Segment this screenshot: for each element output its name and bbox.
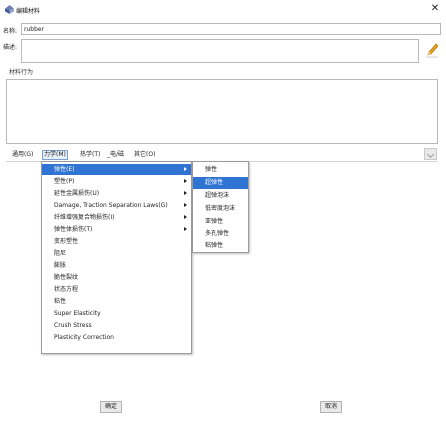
submenu-arrow-icon xyxy=(184,191,187,195)
menu-item-equation-of-state[interactable]: 状态方程 xyxy=(42,284,191,295)
collapse-button[interactable] xyxy=(424,148,437,160)
submenu-item-hyperelastic[interactable]: 超弹性 xyxy=(193,177,248,189)
menu-item-traction-separation[interactable]: Damage, Traction Separation Laws(G) xyxy=(42,200,191,211)
elastic-submenu: 弹性 超弹性 超弹泡沫 低密度泡沫 亚弹性 多孔弹性 粘弹性 xyxy=(192,161,249,253)
name-label: 名称: xyxy=(3,28,18,35)
submenu-arrow-icon xyxy=(184,167,187,171)
menu-item-ductile-damage[interactable]: 延性金属损伤(U) xyxy=(42,188,191,199)
menu-item-elastomer-damage[interactable]: 弹性体损伤(T) xyxy=(42,224,191,235)
material-behaviors-label: 材料行为 xyxy=(9,69,34,76)
submenu-item-hypoelastic[interactable]: 亚弹性 xyxy=(193,216,248,228)
mechanical-menu: 弹性(E) 塑性(P) 延性金属损伤(U) Damage, Traction S… xyxy=(41,161,192,354)
menu-item-label: Damage, Traction Separation Laws(G) xyxy=(54,202,168,209)
menu-item-damping[interactable]: 阻尼 xyxy=(42,248,191,259)
cancel-button[interactable]: 取消 xyxy=(320,401,342,413)
menu-item-label: 塑性(P) xyxy=(54,178,75,185)
ok-button[interactable]: 确定 xyxy=(100,401,122,413)
menu-general[interactable]: 通用(G) xyxy=(11,150,34,160)
description-input[interactable] xyxy=(21,39,419,63)
submenu-item-porous-elastic[interactable]: 多孔弹性 xyxy=(193,228,248,240)
menu-item-brittle-cracking[interactable]: 脆性裂纹 xyxy=(42,272,191,283)
menu-item-super-elasticity[interactable]: Super Elasticity xyxy=(42,308,191,319)
close-button[interactable]: ✕ xyxy=(429,3,441,15)
description-label: 描述: xyxy=(3,44,18,51)
menu-item-label: 弹性(E) xyxy=(54,166,75,173)
menu-item-label: 弹性体损伤(T) xyxy=(54,226,93,233)
material-editor-icon xyxy=(5,5,14,14)
menu-item-viscous[interactable]: 粘性 xyxy=(42,296,191,307)
edit-pencil-icon[interactable] xyxy=(425,42,439,58)
menu-mechanical[interactable]: 力学(M) xyxy=(42,150,68,160)
menu-item-plastic[interactable]: 塑性(P) xyxy=(42,176,191,187)
submenu-arrow-icon xyxy=(184,227,187,231)
material-behaviors-list[interactable] xyxy=(6,79,438,144)
window-title: 编辑材料 xyxy=(16,8,41,15)
menu-other[interactable]: 其它(O) xyxy=(133,150,156,160)
menu-item-label: 纤维增强复合物损伤(I) xyxy=(54,214,115,221)
submenu-item-low-density-foam[interactable]: 低密度泡沫 xyxy=(193,203,248,215)
menu-thermal[interactable]: 热学(T) xyxy=(79,150,101,160)
menu-electromagnetic[interactable]: _电/磁 xyxy=(106,150,125,160)
submenu-arrow-icon xyxy=(184,179,187,183)
chevron-down-icon xyxy=(426,150,435,159)
name-input[interactable]: rubber xyxy=(21,23,441,35)
menu-item-crush-stress[interactable]: Crush Stress xyxy=(42,320,191,331)
menu-item-fiber-composite-damage[interactable]: 纤维增强复合物损伤(I) xyxy=(42,212,191,223)
submenu-item-viscoelastic[interactable]: 粘弹性 xyxy=(193,240,248,252)
menu-item-deformation-plasticity[interactable]: 变形塑性 xyxy=(42,236,191,247)
submenu-item-elastic[interactable]: 弹性 xyxy=(193,164,248,176)
menu-item-elastic[interactable]: 弹性(E) xyxy=(42,164,191,175)
title-bar: 编辑材料 ✕ xyxy=(0,0,446,18)
menu-item-expansion[interactable]: 膨胀 xyxy=(42,260,191,271)
menu-item-label: 延性金属损伤(U) xyxy=(54,190,100,197)
submenu-item-hyperfoam[interactable]: 超弹泡沫 xyxy=(193,190,248,202)
submenu-arrow-icon xyxy=(184,203,187,207)
submenu-arrow-icon xyxy=(184,215,187,219)
menu-item-plasticity-correction[interactable]: Plasticity Correction xyxy=(42,332,191,343)
